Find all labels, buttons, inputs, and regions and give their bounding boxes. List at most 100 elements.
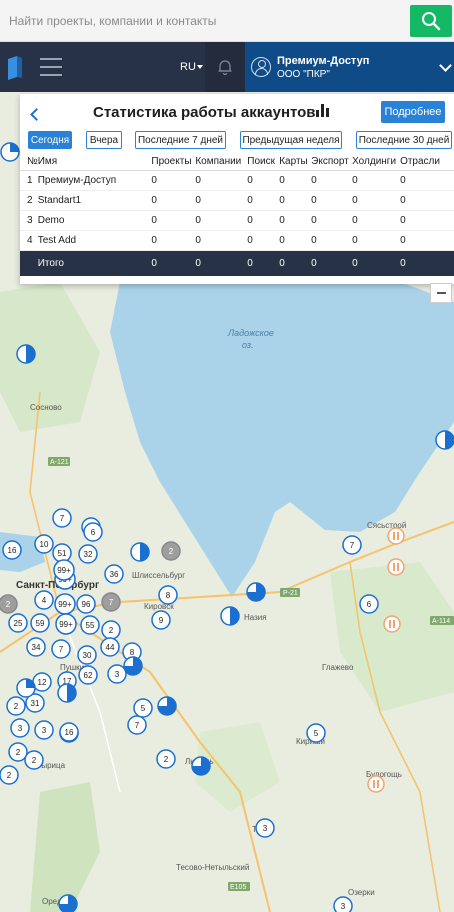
menu-icon[interactable]	[40, 58, 62, 76]
notifications-button[interactable]	[205, 42, 245, 92]
pie-marker[interactable]	[246, 582, 266, 602]
project-marker[interactable]	[387, 558, 405, 576]
stat-value: 0	[195, 170, 248, 191]
cluster-marker[interactable]: 7	[101, 592, 121, 612]
cluster-marker[interactable]: 7	[342, 535, 362, 555]
language-selector[interactable]: RU	[180, 61, 196, 73]
table-row[interactable]: 4 Test Add 0 0 0 0 0 0 0	[20, 230, 454, 251]
place-label: Глажево	[322, 663, 354, 672]
period-last-30-days[interactable]: Последние 30 дней	[356, 131, 452, 149]
pie-marker[interactable]	[16, 678, 36, 698]
cluster-marker[interactable]: 2	[6, 696, 26, 716]
column-header[interactable]: №	[20, 154, 38, 171]
cluster-marker[interactable]: 25	[8, 613, 28, 633]
stat-value: 0	[352, 170, 401, 191]
cluster-marker[interactable]: 8	[158, 585, 178, 605]
cluster-marker[interactable]: 62	[78, 665, 98, 685]
zoom-out-button[interactable]	[430, 283, 452, 303]
pie-marker[interactable]	[16, 344, 36, 364]
cluster-marker[interactable]: 2	[24, 750, 44, 770]
cluster-marker[interactable]: 6	[83, 522, 103, 542]
column-header[interactable]: Карты	[279, 154, 312, 171]
project-marker[interactable]	[387, 527, 405, 545]
column-header[interactable]: Поиск	[247, 154, 280, 171]
cluster-marker[interactable]: 4	[34, 590, 54, 610]
pie-marker[interactable]	[157, 696, 177, 716]
pie-marker[interactable]	[130, 542, 150, 562]
column-header[interactable]: Холдинги	[352, 154, 401, 171]
road-label-p21: P-21	[280, 588, 300, 597]
user-menu[interactable]: Премиум-Доступ ООО "ПКР"	[245, 42, 454, 92]
cluster-count: 7	[59, 645, 64, 654]
cluster-marker[interactable]: 30	[77, 645, 97, 665]
stat-value: 0	[195, 230, 248, 251]
cluster-marker[interactable]: 3	[10, 718, 30, 738]
cluster-marker[interactable]: 7	[52, 508, 72, 528]
cluster-marker[interactable]: 3	[107, 664, 127, 684]
cluster-marker[interactable]: 9	[151, 610, 171, 630]
cluster-marker[interactable]: 2	[156, 749, 176, 769]
pie-marker[interactable]	[58, 894, 78, 912]
table-row[interactable]: 1 Премиум-Доступ 0 0 0 0 0 0 0	[20, 170, 454, 191]
cluster-marker[interactable]: 10	[34, 534, 54, 554]
account-name: Test Add	[37, 230, 152, 251]
cluster-marker[interactable]: 16	[2, 540, 22, 560]
search-button[interactable]	[410, 5, 452, 37]
pie-marker[interactable]	[0, 142, 20, 162]
cluster-marker[interactable]: 2	[101, 620, 121, 640]
cluster-marker[interactable]: 2	[8, 742, 28, 762]
cluster-marker[interactable]: 2	[161, 541, 181, 561]
cluster-marker[interactable]: 44	[100, 637, 120, 657]
cluster-marker[interactable]: 7	[51, 639, 71, 659]
cluster-marker[interactable]: 3	[333, 896, 353, 912]
column-header[interactable]: Экспорт	[311, 154, 353, 171]
cluster-marker[interactable]: 59	[30, 613, 50, 633]
period-last-7-days[interactable]: Последние 7 дней	[135, 131, 226, 149]
stat-value: 0	[311, 210, 353, 231]
cluster-marker[interactable]: 2	[0, 765, 19, 785]
cluster-marker[interactable]: 34	[26, 637, 46, 657]
pie-marker[interactable]	[191, 756, 211, 776]
cluster-marker[interactable]: 32	[78, 544, 98, 564]
cluster-marker[interactable]: 99+	[53, 559, 75, 581]
pie-marker[interactable]	[57, 683, 77, 703]
more-button[interactable]: Подробнее	[381, 101, 445, 123]
column-header[interactable]: Имя	[37, 154, 152, 171]
cluster-marker[interactable]: 3	[255, 818, 275, 838]
cluster-marker[interactable]: 7	[127, 715, 147, 735]
table-row[interactable]: 2 Standart1 0 0 0 0 0 0 0	[20, 190, 454, 211]
cluster-marker[interactable]: 99+	[54, 593, 76, 615]
pie-marker[interactable]	[220, 606, 240, 626]
cluster-marker[interactable]: 99+	[55, 613, 77, 635]
cluster-marker[interactable]: 6	[359, 594, 379, 614]
column-header[interactable]: Компании	[195, 154, 248, 171]
svg-text:E105: E105	[230, 884, 246, 891]
back-button[interactable]	[28, 106, 44, 122]
pie-marker[interactable]	[123, 656, 143, 676]
cluster-marker[interactable]: 2	[0, 594, 18, 614]
pie-marker[interactable]	[435, 430, 454, 450]
cluster-marker[interactable]: 16	[59, 722, 79, 742]
cluster-marker[interactable]: 5	[133, 698, 153, 718]
column-header[interactable]: Проекты	[151, 154, 196, 171]
cluster-marker[interactable]: 55	[80, 615, 100, 635]
period-today[interactable]: Сегодня	[28, 131, 72, 149]
cluster-marker[interactable]: 51	[52, 543, 72, 563]
column-header[interactable]: Отрасли	[400, 154, 454, 171]
table-row[interactable]: 3 Demo 0 0 0 0 0 0 0	[20, 210, 454, 231]
stat-value: 0	[151, 210, 196, 231]
period-yesterday[interactable]: Вчера	[86, 131, 122, 149]
cluster-marker[interactable]: 36	[104, 564, 124, 584]
panel-title: Статистика работы аккаунтов	[93, 104, 316, 121]
stat-value: 0	[247, 210, 280, 231]
cluster-marker[interactable]: 96	[76, 594, 96, 614]
cluster-marker[interactable]: 3	[34, 720, 54, 740]
period-previous-week[interactable]: Предыдущая неделя	[240, 131, 342, 149]
project-marker[interactable]	[383, 615, 401, 633]
cluster-count: 99+	[58, 600, 72, 609]
cluster-marker[interactable]: 5	[306, 723, 326, 743]
row-number: 1	[20, 170, 38, 191]
project-marker[interactable]	[367, 775, 385, 793]
search-input[interactable]	[3, 6, 408, 36]
total-value: 0	[311, 250, 353, 276]
